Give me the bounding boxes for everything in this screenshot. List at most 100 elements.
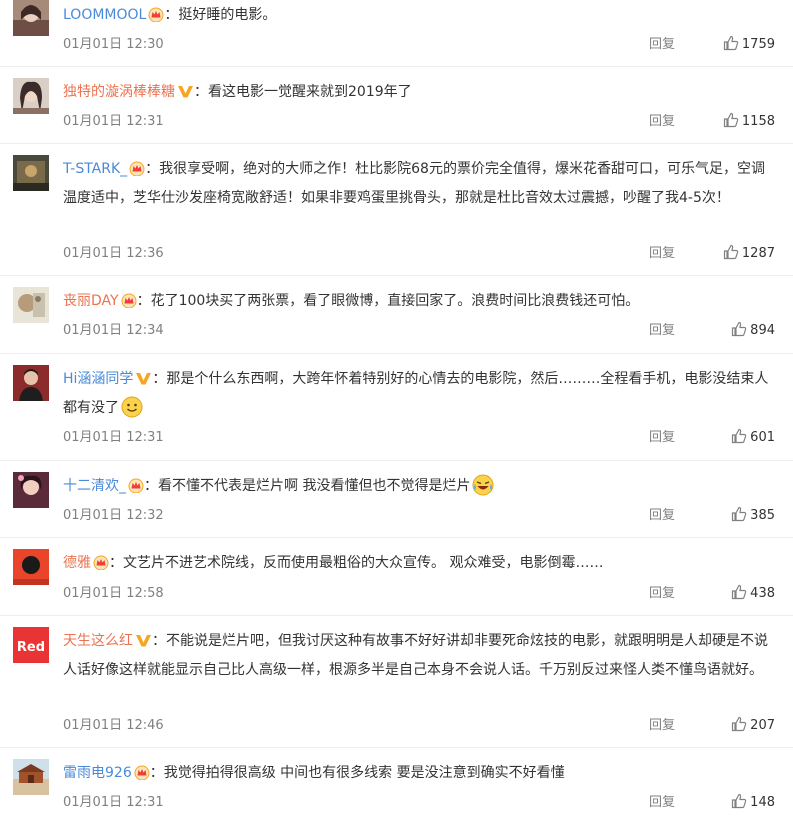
comment-text: Hi涵涵同学 ：那是个什么东西啊，大跨年怀着特别好的心情去的电影院，然后………全程… xyxy=(63,366,775,427)
separator: ： xyxy=(164,7,179,23)
comment-meta: 01月01日 12:31 回复 601 xyxy=(63,428,775,448)
comment-text: 十二清欢_ ：看不懂不代表是烂片啊 我没看懂但也不觉得是烂片 xyxy=(63,473,775,505)
comment-item: LOOMMOOL ：挺好睡的电影。 01月01日 12:30 回复 1759 xyxy=(0,0,793,67)
like-button[interactable]: 1759 xyxy=(723,35,775,55)
separator: ： xyxy=(136,293,151,309)
reply-button[interactable]: 回复 xyxy=(649,244,675,264)
like-button[interactable]: 438 xyxy=(731,584,775,604)
username-link[interactable]: 德雅 xyxy=(63,555,91,571)
like-count: 438 xyxy=(750,586,775,601)
like-button[interactable]: 385 xyxy=(731,506,775,526)
avatar[interactable] xyxy=(13,759,49,795)
like-count: 601 xyxy=(750,430,775,445)
comment-body: 不能说是烂片吧，但我讨厌这种有故事不好好讲却非要死命炫技的电影，就跟明明是人却硬… xyxy=(63,633,768,678)
like-button[interactable]: 894 xyxy=(731,321,775,341)
like-count: 207 xyxy=(750,718,775,733)
thumbs-up-icon xyxy=(732,716,747,732)
like-button[interactable]: 1287 xyxy=(723,244,775,264)
reply-button[interactable]: 回复 xyxy=(649,428,675,448)
like-count: 1158 xyxy=(741,114,775,129)
crown-icon xyxy=(134,763,150,789)
comment-body: 我很享受啊，绝对的大师之作！杜比影院68元的票价完全值得，爆米花香甜可口，可乐气… xyxy=(63,161,765,206)
comment-item: 德雅 ：文艺片不进艺术院线，反而使用最粗俗的大众宣传。 观众难受，电影倒霉…… 0… xyxy=(0,538,793,616)
username-link[interactable]: Hi涵涵同学 xyxy=(63,371,133,387)
reply-button[interactable]: 回复 xyxy=(649,321,675,341)
comment-body: 花了100块买了两张票，看了眼微博，直接回家了。浪费时间比浪费钱还可怕。 xyxy=(150,293,640,309)
like-button[interactable]: 601 xyxy=(731,428,775,448)
comment-text: 德雅 ：文艺片不进艺术院线，反而使用最粗俗的大众宣传。 观众难受，电影倒霉…… xyxy=(63,550,775,579)
timestamp: 01月01日 12:31 xyxy=(63,430,164,445)
comment-meta: 01月01日 12:31 回复 1158 xyxy=(63,112,775,132)
comment-body: 看不懂不代表是烂片啊 我没看懂但也不觉得是烂片 xyxy=(158,478,471,494)
separator: ： xyxy=(152,371,167,387)
like-count: 1287 xyxy=(741,246,775,261)
reply-button[interactable]: 回复 xyxy=(649,35,675,55)
comment-item: 独特的漩涡棒棒糖 ：看这电影一觉醒来就到2019年了 01月01日 12:31 回… xyxy=(0,67,793,144)
reply-button[interactable]: 回复 xyxy=(649,584,675,604)
reply-button[interactable]: 回复 xyxy=(649,112,675,132)
avatar[interactable]: Red xyxy=(13,627,49,663)
like-count: 148 xyxy=(750,795,775,810)
avatar[interactable] xyxy=(13,78,49,114)
avatar[interactable] xyxy=(13,549,49,585)
crown-icon xyxy=(129,159,145,185)
timestamp: 01月01日 12:30 xyxy=(63,37,164,52)
username-link[interactable]: 十二清欢_ xyxy=(63,478,126,494)
reply-button[interactable]: 回复 xyxy=(649,506,675,526)
avatar[interactable] xyxy=(13,155,49,191)
comment-meta: 01月01日 12:31 回复 148 xyxy=(63,793,775,813)
crown-icon xyxy=(121,291,137,317)
vip-v-icon xyxy=(177,82,194,108)
thumbs-up-icon xyxy=(732,506,747,522)
thumbs-up-icon xyxy=(732,321,747,337)
like-count: 894 xyxy=(750,323,775,338)
comment-text: 丧丽DAY ：花了100块买了两张票，看了眼微博，直接回家了。浪费时间比浪费钱还可… xyxy=(63,288,775,317)
separator: ： xyxy=(109,555,123,571)
like-count: 385 xyxy=(750,508,775,523)
like-button[interactable]: 1158 xyxy=(723,112,775,132)
thumbs-up-icon xyxy=(723,35,739,51)
avatar[interactable] xyxy=(13,287,49,323)
like-button[interactable]: 207 xyxy=(731,716,775,736)
thumbs-up-icon xyxy=(732,428,747,444)
comment-meta: 01月01日 12:36 回复 1287 xyxy=(63,244,775,264)
like-button[interactable]: 148 xyxy=(731,793,775,813)
comment-body: 我觉得拍得很高级 中间也有很多线索 要是没注意到确实不好看懂 xyxy=(163,765,565,781)
vip-v-icon xyxy=(135,631,152,657)
comment-item: 丧丽DAY ：花了100块买了两张票，看了眼微博，直接回家了。浪费时间比浪费钱还可… xyxy=(0,276,793,354)
username-link[interactable]: 丧丽DAY xyxy=(63,293,119,309)
username-link[interactable]: 天生这么红 xyxy=(63,633,133,649)
avatar[interactable] xyxy=(13,472,49,508)
username-link[interactable]: 独特的漩涡棒棒糖 xyxy=(63,84,175,100)
reply-button[interactable]: 回复 xyxy=(649,716,675,736)
comment-item: 十二清欢_ ：看不懂不代表是烂片啊 我没看懂但也不觉得是烂片 01月01日 12:… xyxy=(0,461,793,538)
smile-emoji-icon xyxy=(121,396,143,427)
comment-body: 挺好睡的电影。 xyxy=(178,7,277,23)
svg-text:Red: Red xyxy=(17,640,45,655)
like-count: 1759 xyxy=(741,37,775,52)
avatar[interactable] xyxy=(13,0,49,36)
username-link[interactable]: T-STARK_ xyxy=(63,161,127,177)
comment-text: LOOMMOOL ：挺好睡的电影。 xyxy=(63,2,775,31)
comment-item: 雷雨电926 ：我觉得拍得很高级 中间也有很多线索 要是没注意到确实不好看懂 01… xyxy=(0,748,793,816)
timestamp: 01月01日 12:31 xyxy=(63,114,164,129)
avatar[interactable] xyxy=(13,365,49,401)
timestamp: 01月01日 12:58 xyxy=(63,586,164,601)
comment-meta: 01月01日 12:58 回复 438 xyxy=(63,584,775,604)
thumbs-up-icon xyxy=(723,244,739,260)
comment-meta: 01月01日 12:46 回复 207 xyxy=(63,716,775,736)
comment-meta: 01月01日 12:34 回复 894 xyxy=(63,321,775,341)
separator: ： xyxy=(145,161,160,177)
timestamp: 01月01日 12:31 xyxy=(63,795,164,810)
timestamp: 01月01日 12:32 xyxy=(63,508,164,523)
reply-button[interactable]: 回复 xyxy=(649,793,675,813)
username-link[interactable]: 雷雨电926 xyxy=(63,765,132,781)
comment-list: LOOMMOOL ：挺好睡的电影。 01月01日 12:30 回复 1759 独特… xyxy=(0,0,793,816)
timestamp: 01月01日 12:36 xyxy=(63,246,164,261)
crown-icon xyxy=(128,476,144,502)
comment-text: T-STARK_ ：我很享受啊，绝对的大师之作！杜比影院68元的票价完全值得，爆米… xyxy=(63,156,775,211)
crown-icon xyxy=(93,553,109,579)
username-link[interactable]: LOOMMOOL xyxy=(63,7,146,23)
timestamp: 01月01日 12:34 xyxy=(63,323,164,338)
thumbs-up-icon xyxy=(723,112,739,128)
